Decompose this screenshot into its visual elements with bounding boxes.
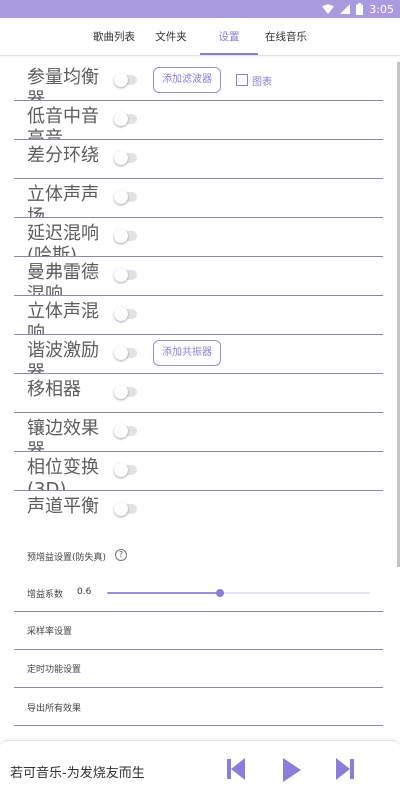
preamp-label: 预增益设置(防失真) bbox=[27, 553, 107, 563]
effect-label: 移相器 bbox=[27, 379, 81, 400]
next-icon bbox=[336, 758, 354, 784]
toggle-knob bbox=[114, 229, 128, 243]
effect-label: 立体声混响 bbox=[27, 301, 99, 335]
gain-value: 0.6 bbox=[77, 587, 92, 597]
export-label: 导出所有效果 bbox=[27, 704, 82, 714]
gain-slider-fill bbox=[107, 592, 221, 594]
tab-song-list[interactable]: 歌曲列表 bbox=[84, 18, 144, 56]
effect-label: 差分环绕 bbox=[27, 145, 99, 166]
effect-toggle[interactable] bbox=[114, 424, 137, 438]
previous-button[interactable] bbox=[227, 758, 245, 784]
effect-label: 声道平衡 bbox=[27, 496, 99, 517]
gain-label: 增益系数 bbox=[27, 590, 64, 600]
settings-panel: 参量均衡器 添加滤波器 图表 低音中音高音 差分环绕 立体声声场 延迟混响(哈斯… bbox=[14, 62, 383, 736]
add-filter-button[interactable]: 添加滤波器 bbox=[153, 67, 221, 93]
play-icon bbox=[283, 758, 301, 786]
toggle-knob bbox=[114, 151, 128, 165]
effect-label: 立体声声场 bbox=[27, 184, 99, 218]
effect-row-phaser: 移相器 bbox=[14, 374, 383, 413]
tab-indicator bbox=[200, 53, 258, 55]
effect-toggle[interactable] bbox=[114, 307, 137, 321]
effect-label: 谐波激励器 bbox=[27, 340, 99, 374]
toggle-knob bbox=[114, 307, 128, 321]
gain-slider-thumb[interactable] bbox=[216, 589, 225, 597]
effect-toggle[interactable] bbox=[114, 385, 137, 399]
chart-checkbox-label: 图表 bbox=[252, 77, 272, 88]
toggle-knob bbox=[114, 502, 128, 516]
player-bar: 若可音乐-为发烧友而生 bbox=[0, 740, 400, 800]
effect-toggle[interactable] bbox=[114, 112, 137, 126]
song-title: 若可音乐-为发烧友而生 bbox=[10, 766, 145, 781]
tab-online-music[interactable]: 在线音乐 bbox=[260, 18, 312, 56]
effect-label: 镶边效果器 bbox=[27, 418, 99, 452]
effect-toggle[interactable] bbox=[114, 268, 137, 282]
gain-row: 增益系数 0.6 bbox=[14, 574, 383, 612]
sample-rate-row[interactable]: 采样率设置 bbox=[14, 612, 383, 650]
status-bar: 3:05 bbox=[0, 0, 400, 18]
effect-toggle[interactable] bbox=[114, 229, 137, 243]
toggle-knob bbox=[114, 385, 128, 399]
timer-row[interactable]: 定时功能设置 bbox=[14, 650, 383, 688]
toggle-knob bbox=[114, 112, 128, 126]
effect-row-bass-mid-treble: 低音中音高音 bbox=[14, 101, 383, 140]
toggle-knob bbox=[114, 463, 128, 477]
tab-settings[interactable]: 设置 bbox=[200, 18, 258, 56]
toggle-knob bbox=[114, 268, 128, 282]
effect-label: 相位变换(3D) bbox=[27, 457, 99, 491]
effect-toggle[interactable] bbox=[114, 73, 137, 87]
effect-row-flanger: 镶边效果器 bbox=[14, 413, 383, 452]
toggle-knob bbox=[114, 190, 128, 204]
effect-label: 曼弗雷德混响 bbox=[27, 262, 99, 296]
effect-toggle[interactable] bbox=[114, 151, 137, 165]
gain-slider[interactable] bbox=[107, 589, 370, 597]
timer-label: 定时功能设置 bbox=[27, 665, 82, 675]
signal-icon bbox=[340, 4, 351, 14]
effect-row-stereo-reverb: 立体声混响 bbox=[14, 296, 383, 335]
tab-bar: 歌曲列表 文件夹 设置 在线音乐 bbox=[0, 18, 400, 56]
wifi-icon bbox=[322, 4, 335, 14]
effect-row-phase-3d: 相位变换(3D) bbox=[14, 452, 383, 491]
export-row[interactable]: 导出所有效果 bbox=[14, 688, 383, 726]
effect-toggle[interactable] bbox=[114, 463, 137, 477]
effect-toggle[interactable] bbox=[114, 190, 137, 204]
effect-toggle[interactable] bbox=[114, 346, 137, 360]
toggle-knob bbox=[114, 424, 128, 438]
help-icon[interactable]: ? bbox=[115, 549, 127, 561]
effect-row-channel-balance: 声道平衡 bbox=[14, 491, 383, 527]
effect-row-stereo-field: 立体声声场 bbox=[14, 179, 383, 218]
effect-label: 延迟混响(哈斯) bbox=[27, 223, 99, 257]
battery-icon bbox=[356, 3, 364, 15]
divider bbox=[14, 725, 383, 726]
tab-folder[interactable]: 文件夹 bbox=[146, 18, 196, 56]
preamp-row: 预增益设置(防失真) ? bbox=[14, 536, 383, 576]
chart-checkbox[interactable] bbox=[236, 74, 248, 86]
status-icons: 3:05 bbox=[322, 2, 394, 16]
toggle-knob bbox=[114, 346, 128, 360]
effect-toggle[interactable] bbox=[114, 502, 137, 516]
add-resonator-button[interactable]: 添加共振器 bbox=[153, 340, 221, 366]
status-time: 3:05 bbox=[369, 2, 394, 16]
effect-row-haas-reverb: 延迟混响(哈斯) bbox=[14, 218, 383, 257]
effect-row-differential-surround: 差分环绕 bbox=[14, 140, 383, 179]
effect-label: 低音中音高音 bbox=[27, 106, 99, 140]
effect-row-parametric-eq: 参量均衡器 添加滤波器 图表 bbox=[14, 62, 383, 101]
play-button[interactable] bbox=[283, 758, 301, 786]
effect-label: 参量均衡器 bbox=[27, 67, 99, 101]
next-button[interactable] bbox=[336, 758, 354, 784]
sample-rate-label: 采样率设置 bbox=[27, 627, 73, 637]
toggle-knob bbox=[114, 73, 128, 87]
effect-row-manfred-reverb: 曼弗雷德混响 bbox=[14, 257, 383, 296]
previous-icon bbox=[227, 758, 245, 784]
effect-row-harmonic-exciter: 谐波激励器 添加共振器 bbox=[14, 335, 383, 374]
